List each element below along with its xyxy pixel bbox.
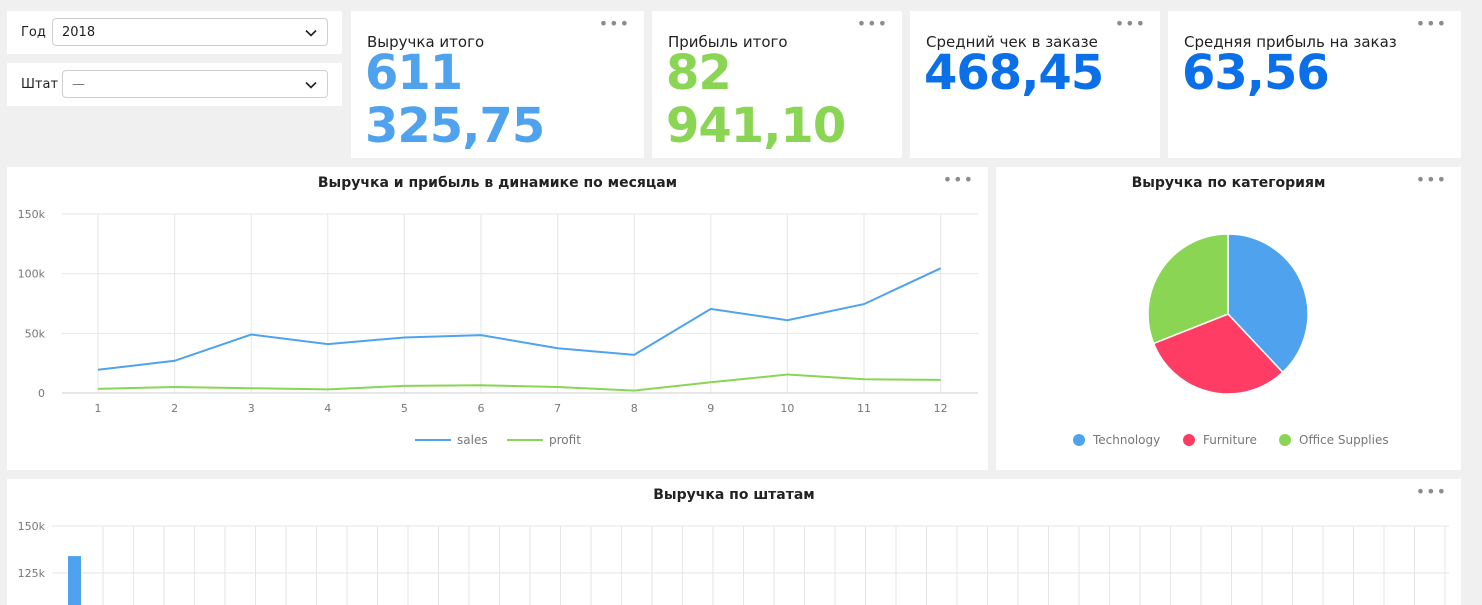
bar — [68, 556, 81, 605]
x-tick-label: 12 — [934, 402, 948, 415]
x-tick-label: 8 — [631, 402, 638, 415]
kpi-value: 611 325,75 — [365, 45, 545, 154]
x-tick-label: 4 — [324, 402, 331, 415]
pie-chart-card: ••• Выручка по категориям Technology Furn… — [996, 167, 1461, 470]
legend-label: sales — [457, 433, 488, 447]
kpi-value: 82 941,10 — [666, 45, 846, 154]
y-tick-label: 125k — [18, 567, 46, 580]
x-tick-label: 1 — [95, 402, 102, 415]
kpi-card-profit: ••• Прибыль итого 82 941,10 — [652, 11, 902, 158]
year-select-value: 2018 — [62, 24, 96, 40]
filter-year: Год 2018 — [7, 11, 342, 54]
year-select[interactable]: 2018 — [52, 18, 328, 46]
more-dots-icon[interactable]: ••• — [1416, 16, 1447, 32]
y-tick-label: 50k — [25, 327, 46, 340]
more-dots-icon[interactable]: ••• — [857, 16, 888, 32]
x-tick-label: 9 — [707, 402, 714, 415]
series-line-profit — [97, 373, 941, 392]
legend-label: profit — [549, 433, 581, 447]
more-dots-icon[interactable]: ••• — [1115, 16, 1146, 32]
bar-chart: 150k 125k — [18, 520, 1449, 605]
x-tick-label: 10 — [780, 402, 794, 415]
y-tick-label: 150k — [18, 208, 46, 221]
filter-state-label: Штат — [21, 77, 59, 92]
pie-chart: Technology Furniture Office Supplies — [1073, 233, 1389, 447]
chevron-down-icon — [305, 81, 317, 89]
legend-swatch — [1073, 434, 1085, 446]
x-tick-label: 7 — [554, 402, 561, 415]
kpi-value: 468,45 — [924, 45, 1104, 101]
line-chart: 050k100k150k1 2 3 4 5 6 7 8 9 10 11 12sales profit — [18, 208, 978, 447]
state-select[interactable]: — — [62, 70, 328, 98]
y-tick-label: 0 — [38, 387, 45, 400]
legend-swatch — [1183, 434, 1195, 446]
kpi-card-avg-profit: ••• Средняя прибыль на заказ 63,56 — [1168, 11, 1461, 158]
legend-label: Office Supplies — [1299, 433, 1389, 447]
chevron-down-icon — [305, 29, 317, 37]
bar-chart-card: ••• Выручка по штатам 150k 125k — [7, 479, 1461, 605]
legend-swatch — [1279, 434, 1291, 446]
x-tick-label: 6 — [478, 402, 485, 415]
y-tick-label: 150k — [18, 520, 46, 533]
legend-label: Furniture — [1203, 433, 1257, 447]
filter-state: Штат — — [7, 63, 342, 106]
x-tick-label: 2 — [171, 402, 178, 415]
series-line-sales — [97, 267, 942, 371]
x-tick-label: 3 — [248, 402, 255, 415]
more-dots-icon[interactable]: ••• — [599, 16, 630, 32]
kpi-card-avg-check: ••• Средний чек в заказе 468,45 — [910, 11, 1160, 158]
line-chart-card: ••• Выручка и прибыль в динамике по меся… — [7, 167, 988, 470]
legend-label: Technology — [1092, 433, 1160, 447]
filter-year-label: Год — [21, 25, 46, 40]
x-tick-label: 5 — [401, 402, 408, 415]
x-tick-label: 11 — [857, 402, 871, 415]
kpi-value: 63,56 — [1182, 45, 1330, 101]
state-select-value: — — [72, 76, 85, 92]
kpi-card-revenue: ••• Выручка итого 611 325,75 — [351, 11, 644, 158]
y-tick-label: 100k — [18, 268, 46, 281]
